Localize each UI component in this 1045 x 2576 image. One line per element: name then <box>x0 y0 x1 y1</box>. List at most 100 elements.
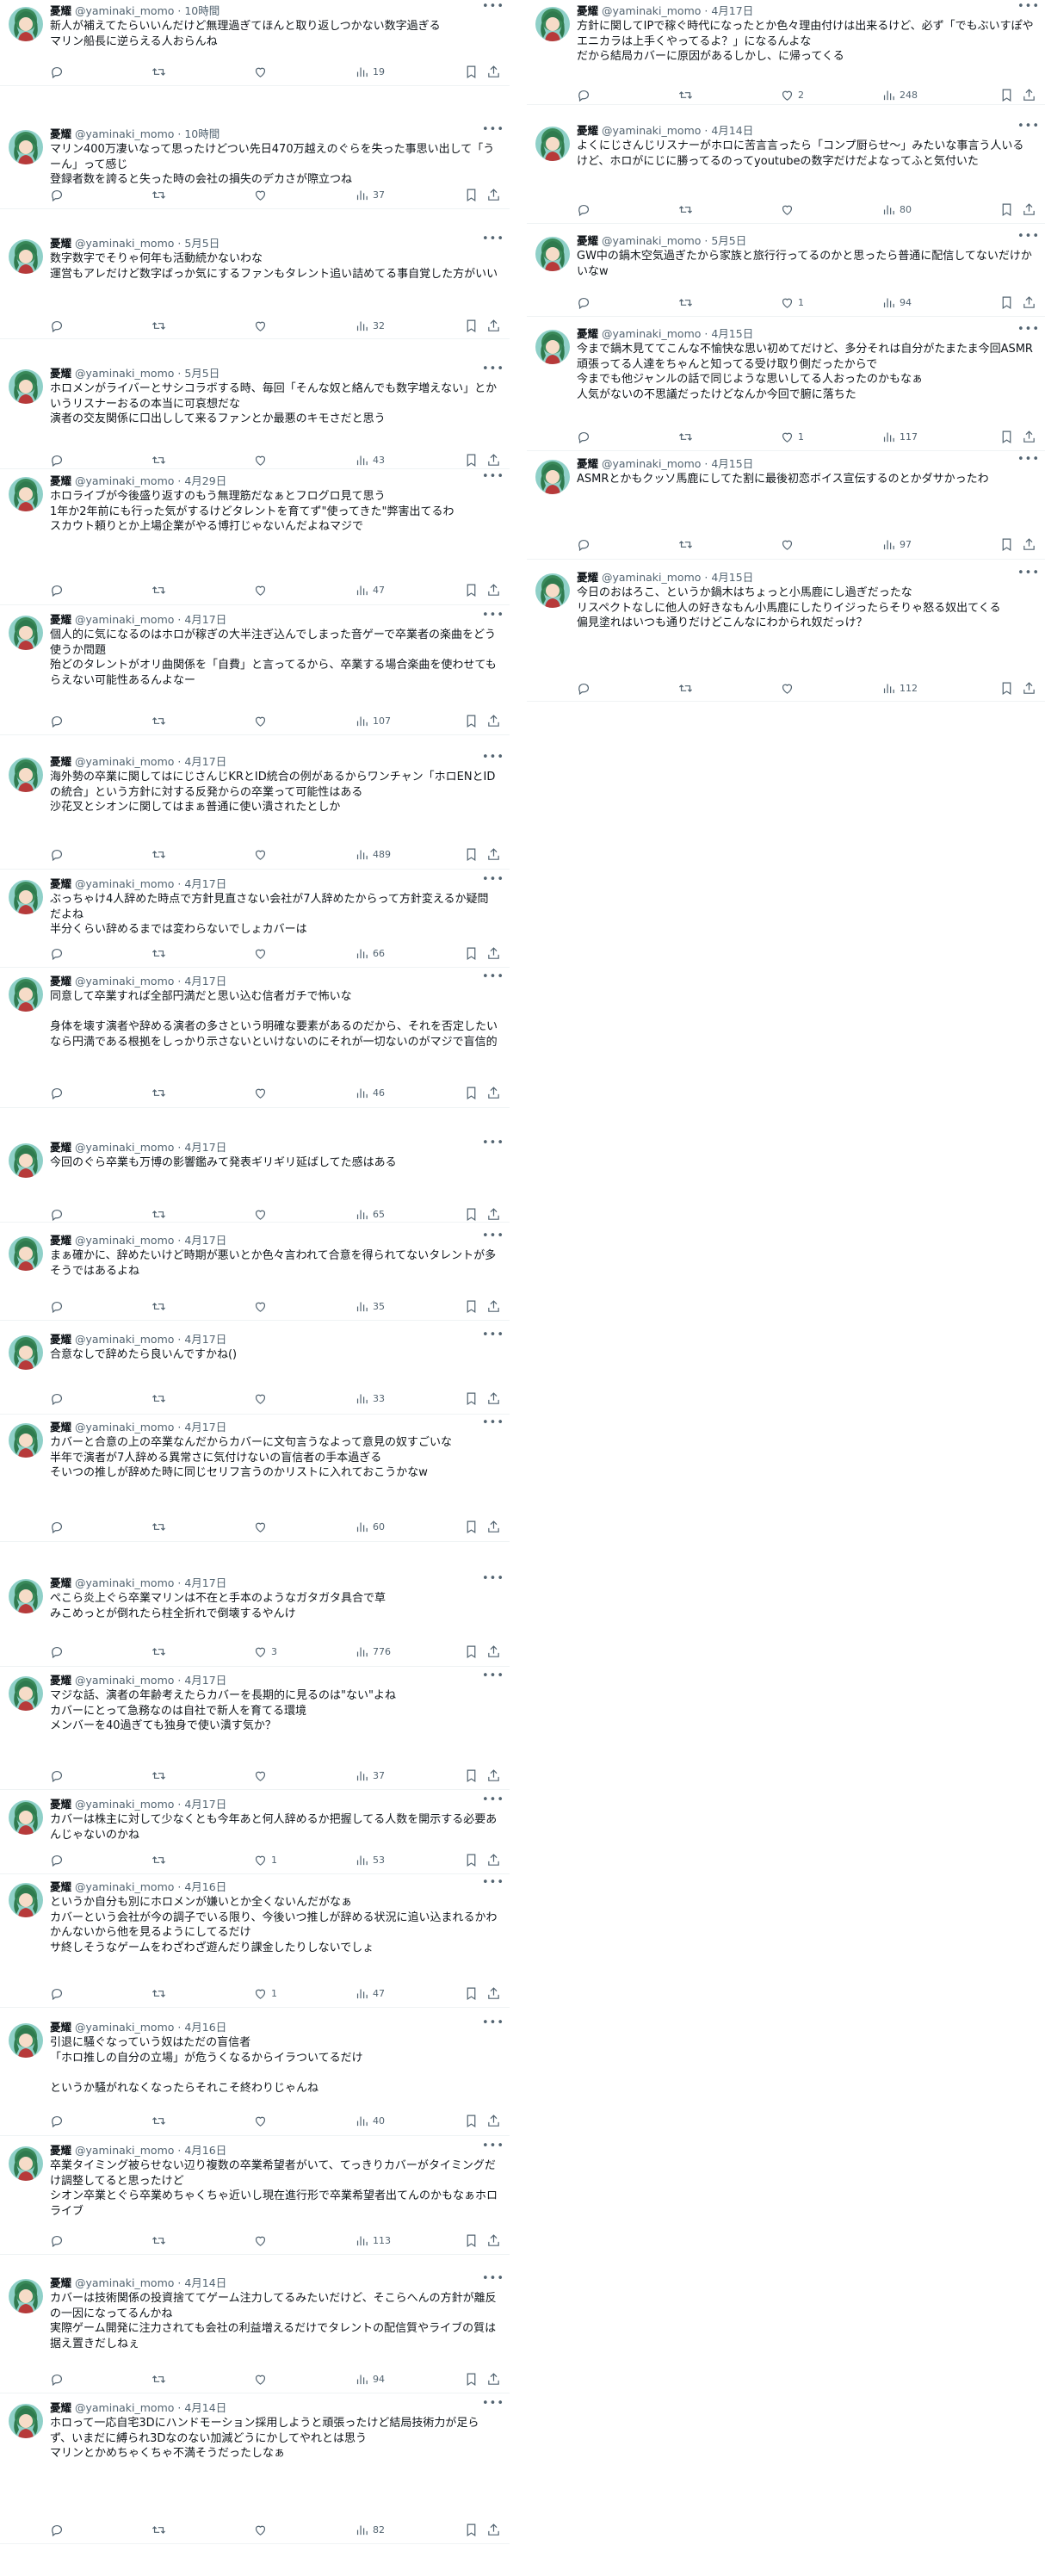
more-icon[interactable]: ••• <box>482 232 504 248</box>
tweet[interactable]: 憂耀 @yaminaki_momo · 4月17日 ••• 方針に関してIPで稼… <box>527 0 1045 105</box>
display-name[interactable]: 憂耀 <box>50 367 71 380</box>
tweet-timestamp[interactable]: 4月17日 <box>184 1333 226 1346</box>
avatar[interactable] <box>9 477 43 511</box>
bookmark-button[interactable] <box>464 1642 479 1661</box>
tweet-timestamp[interactable]: 4月17日 <box>184 1674 226 1687</box>
avatar[interactable] <box>9 2404 43 2438</box>
display-name[interactable]: 憂耀 <box>50 2144 71 2157</box>
tweet-timestamp[interactable]: 4月17日 <box>184 877 226 890</box>
views-button[interactable]: 66 <box>355 944 385 963</box>
more-icon[interactable]: ••• <box>1017 0 1039 15</box>
views-button[interactable]: 94 <box>881 293 912 312</box>
avatar[interactable] <box>9 1579 43 1613</box>
display-name[interactable]: 憂耀 <box>577 4 598 17</box>
more-icon[interactable]: ••• <box>482 1416 504 1432</box>
more-icon[interactable]: ••• <box>482 873 504 889</box>
tweet-timestamp[interactable]: 4月17日 <box>184 975 226 988</box>
tweet-timestamp[interactable]: 5月5日 <box>184 237 220 250</box>
views-button[interactable]: 97 <box>881 535 912 554</box>
tweet[interactable]: 憂耀 @yaminaki_momo · 4月16日 ••• 引退に騒ぐなっていう… <box>0 2016 510 2136</box>
reply-button[interactable] <box>50 1389 68 1408</box>
more-icon[interactable]: ••• <box>482 1793 504 1809</box>
like-button[interactable] <box>253 1517 271 1536</box>
views-button[interactable]: 33 <box>355 1389 385 1408</box>
display-name[interactable]: 憂耀 <box>50 4 71 17</box>
display-name[interactable]: 憂耀 <box>50 474 71 487</box>
reply-button[interactable] <box>50 185 68 204</box>
user-handle[interactable]: @yaminaki_momo <box>75 1421 174 1434</box>
avatar[interactable] <box>9 758 43 792</box>
share-button[interactable] <box>486 185 501 204</box>
retweet-button[interactable] <box>151 2369 170 2388</box>
views-button[interactable]: 248 <box>881 85 918 104</box>
retweet-button[interactable] <box>678 535 696 554</box>
more-icon[interactable]: ••• <box>482 2397 504 2412</box>
user-handle[interactable]: @yaminaki_momo <box>75 1674 174 1687</box>
reply-button[interactable] <box>50 2369 68 2388</box>
tweet-timestamp[interactable]: 4月17日 <box>184 1421 226 1434</box>
reply-button[interactable] <box>50 944 68 963</box>
share-button[interactable] <box>486 1642 501 1661</box>
like-button[interactable] <box>253 1766 271 1785</box>
retweet-button[interactable] <box>151 1642 170 1661</box>
avatar[interactable] <box>535 237 570 271</box>
avatar[interactable] <box>535 460 570 494</box>
avatar[interactable] <box>9 1143 43 1178</box>
like-button[interactable] <box>253 1083 271 1102</box>
tweet-timestamp[interactable]: 5月5日 <box>184 367 220 380</box>
retweet-button[interactable] <box>151 1850 170 1869</box>
views-button[interactable]: 19 <box>355 62 385 81</box>
user-handle[interactable]: @yaminaki_momo <box>75 2276 174 2289</box>
reply-button[interactable] <box>50 2111 68 2130</box>
like-button[interactable] <box>253 580 271 599</box>
more-icon[interactable]: ••• <box>482 362 504 378</box>
bookmark-button[interactable] <box>464 1850 479 1869</box>
avatar[interactable] <box>9 2279 43 2313</box>
tweet-timestamp[interactable]: 10時間 <box>184 127 220 140</box>
views-button[interactable]: 47 <box>355 1984 385 2003</box>
share-button[interactable] <box>486 1984 501 2003</box>
views-button[interactable]: 776 <box>355 1642 391 1661</box>
like-button[interactable] <box>253 2520 271 2539</box>
display-name[interactable]: 憂耀 <box>577 234 598 247</box>
tweet[interactable]: 憂耀 @yaminaki_momo · 4月17日 ••• 同意して卒業すれば全… <box>0 970 510 1108</box>
like-button[interactable] <box>253 2111 271 2130</box>
more-icon[interactable]: ••• <box>482 1136 504 1152</box>
views-button[interactable]: 117 <box>881 427 918 446</box>
user-handle[interactable]: @yaminaki_momo <box>75 1798 174 1811</box>
reply-button[interactable] <box>50 1850 68 1869</box>
display-name[interactable]: 憂耀 <box>577 327 598 340</box>
user-handle[interactable]: @yaminaki_momo <box>75 474 174 487</box>
avatar[interactable] <box>9 1335 43 1370</box>
more-icon[interactable]: ••• <box>482 1328 504 1344</box>
like-button[interactable]: 1 <box>253 1850 277 1869</box>
share-button[interactable] <box>486 450 501 469</box>
tweet[interactable]: 憂耀 @yaminaki_momo · 4月17日 ••• カバーと合意の上の卒… <box>0 1416 510 1542</box>
more-icon[interactable]: ••• <box>482 1876 504 1892</box>
reply-button[interactable] <box>50 1204 68 1223</box>
share-button[interactable] <box>486 1517 501 1536</box>
like-button[interactable] <box>253 1389 271 1408</box>
more-icon[interactable]: ••• <box>1017 453 1039 468</box>
user-handle[interactable]: @yaminaki_momo <box>602 4 701 17</box>
retweet-button[interactable] <box>678 200 696 219</box>
retweet-button[interactable] <box>151 944 170 963</box>
bookmark-button[interactable] <box>464 62 479 81</box>
bookmark-button[interactable] <box>464 580 479 599</box>
reply-button[interactable] <box>50 1083 68 1102</box>
like-button[interactable] <box>253 2369 271 2388</box>
tweet-timestamp[interactable]: 4月14日 <box>711 124 753 137</box>
share-button[interactable] <box>486 1766 501 1785</box>
tweet[interactable]: 憂耀 @yaminaki_momo · 4月17日 ••• ぶっちゃけ4人辞めた… <box>0 873 510 968</box>
like-button[interactable] <box>253 1297 271 1316</box>
tweet-timestamp[interactable]: 4月17日 <box>711 4 753 17</box>
reply-button[interactable] <box>50 1297 68 1316</box>
display-name[interactable]: 憂耀 <box>577 457 598 470</box>
share-button[interactable] <box>486 2111 501 2130</box>
share-button[interactable] <box>1022 678 1036 697</box>
retweet-button[interactable] <box>151 450 170 469</box>
display-name[interactable]: 憂耀 <box>577 571 598 584</box>
reply-button[interactable] <box>577 427 595 446</box>
user-handle[interactable]: @yaminaki_momo <box>75 755 174 768</box>
display-name[interactable]: 憂耀 <box>50 975 71 988</box>
